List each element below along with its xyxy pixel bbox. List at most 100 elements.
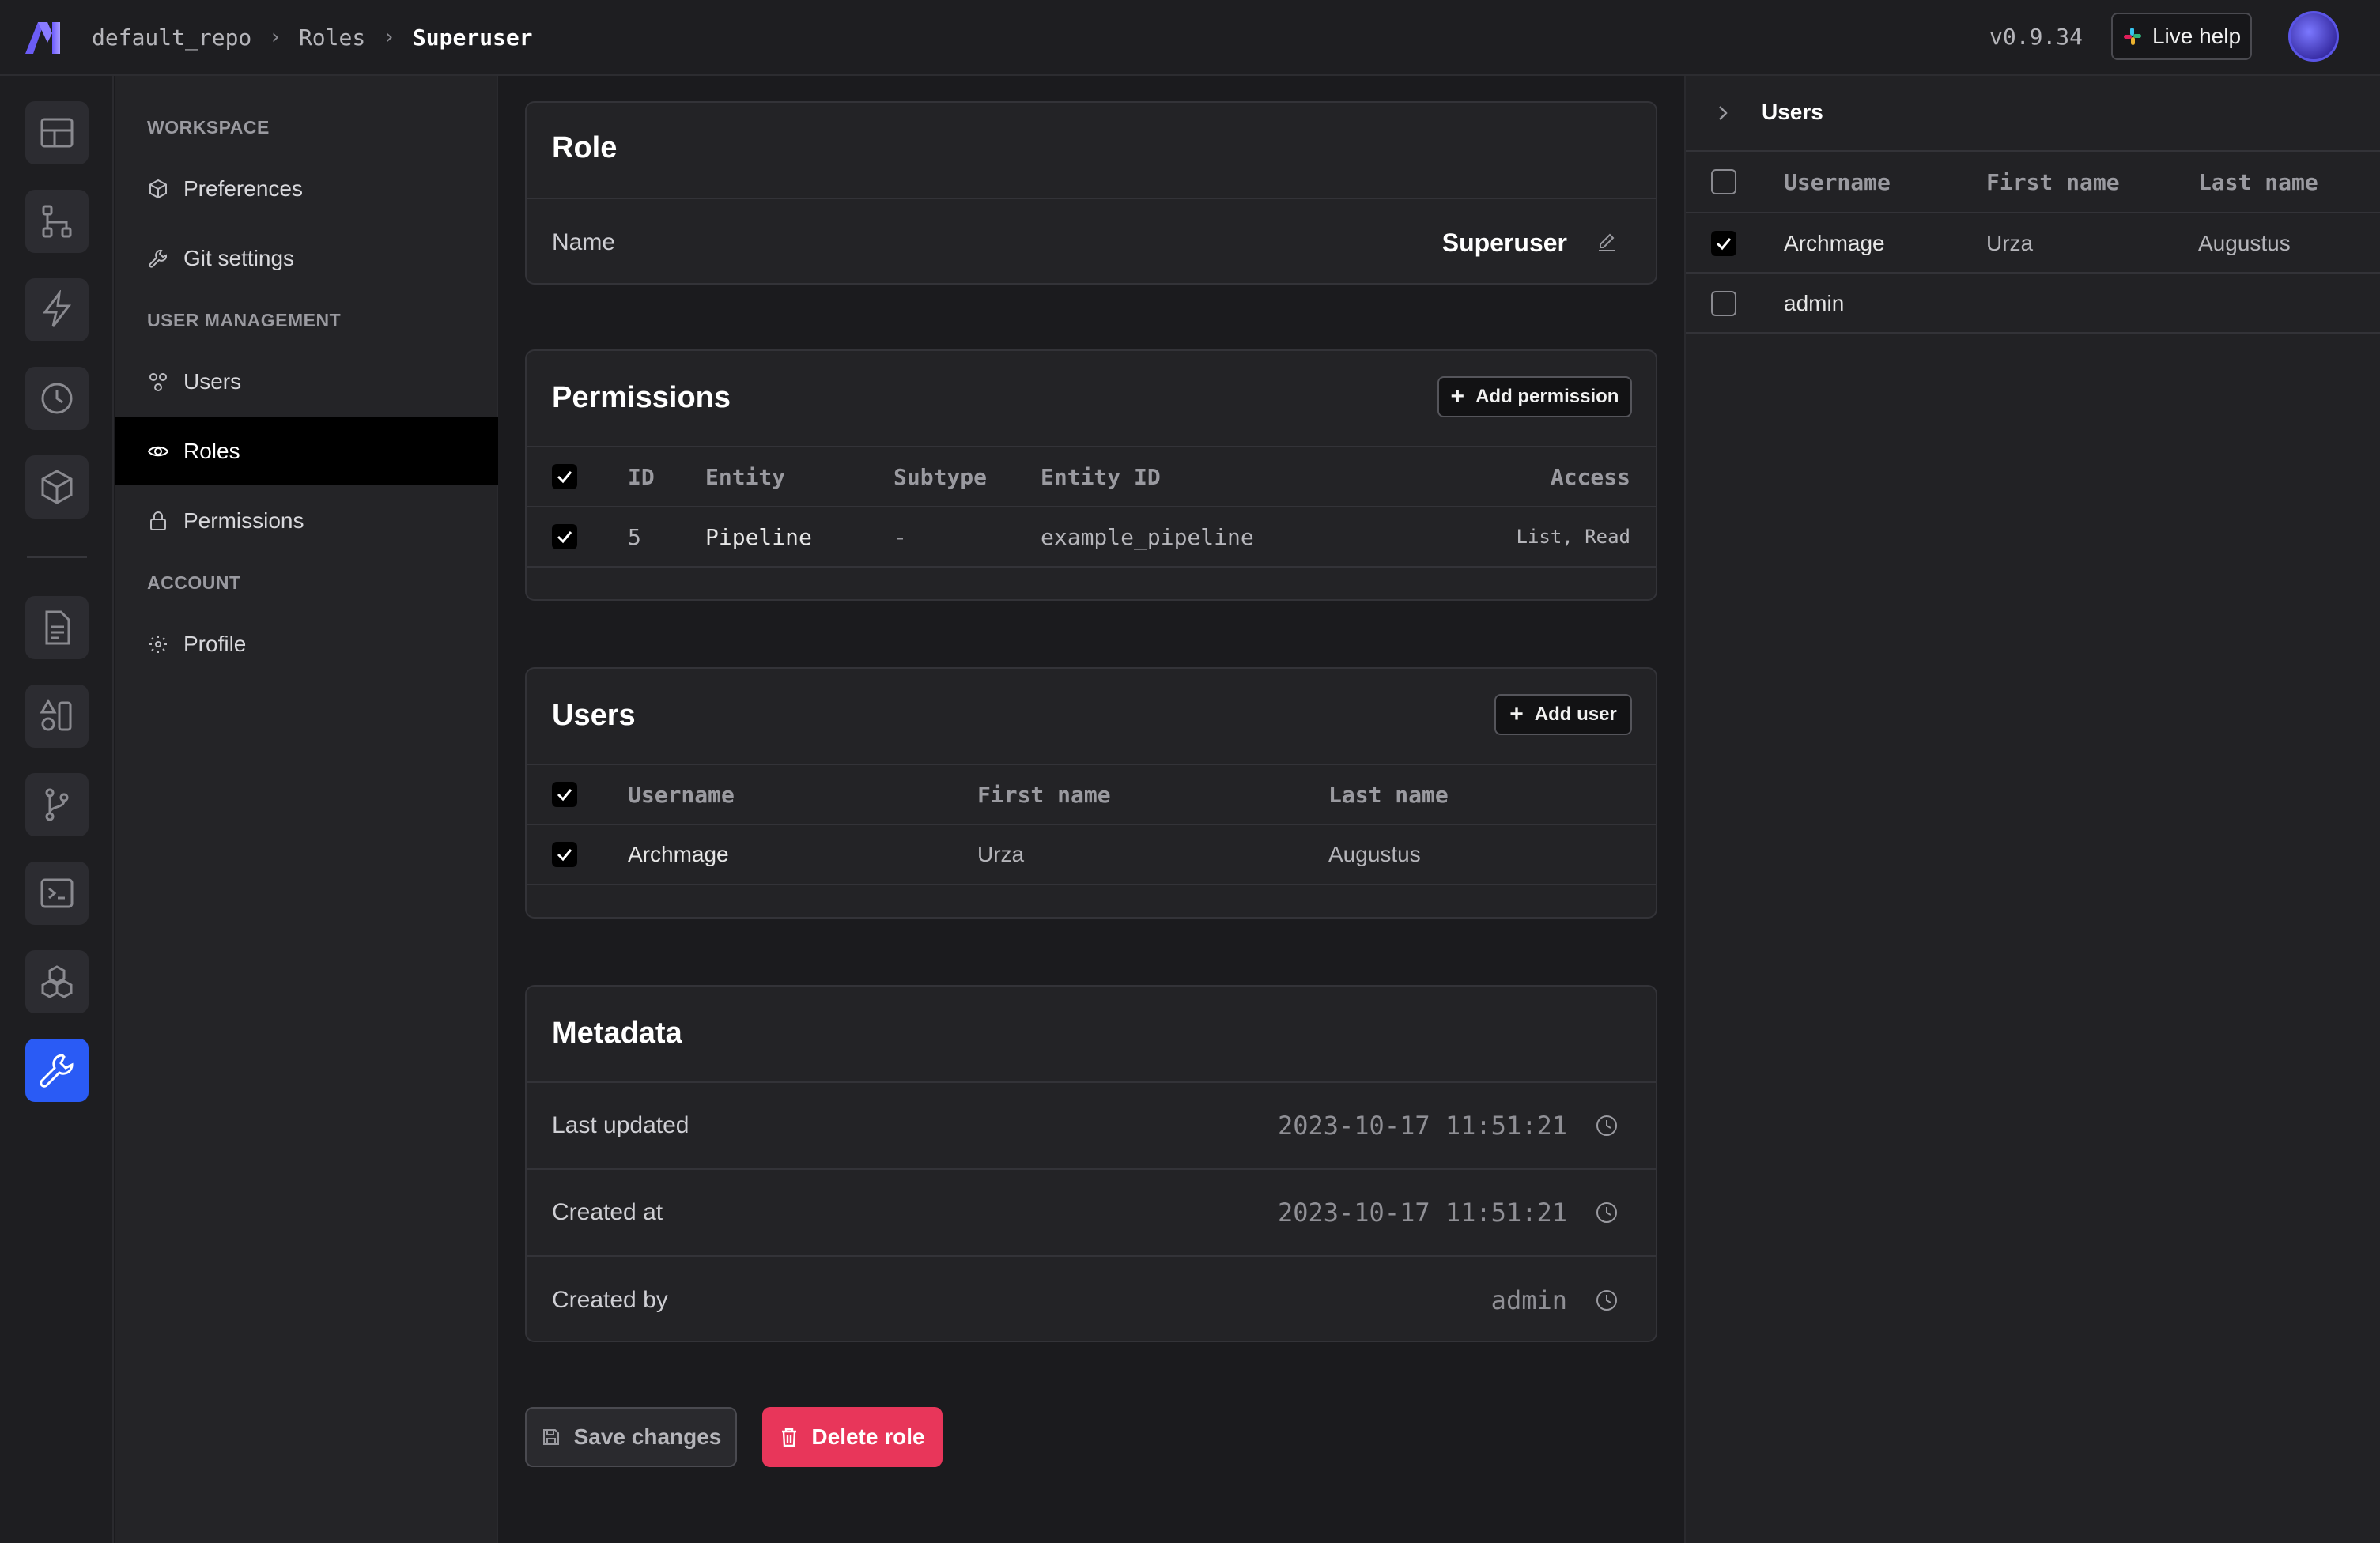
column-header-entity-id[interactable]: Entity ID <box>1041 464 1161 490</box>
clock-icon <box>1596 1115 1617 1136</box>
version-label: v0.9.34 <box>1989 24 2083 50</box>
icon-rail <box>0 76 114 1543</box>
column-header-entity[interactable]: Entity <box>705 464 785 490</box>
column-header-username[interactable]: Username <box>628 782 735 808</box>
nav-item-preferences[interactable]: Preferences <box>115 155 498 223</box>
top-header: default_repo › Roles › Superuser v0.9.34… <box>0 0 2380 76</box>
nav-item-label: Git settings <box>183 246 295 270</box>
rail-divider <box>27 556 87 558</box>
mage-logo-icon[interactable] <box>24 19 68 55</box>
plus-icon: + <box>1509 701 1524 727</box>
eye-icon <box>147 446 169 457</box>
table-row[interactable]: admin <box>1686 274 2380 334</box>
pencil-icon[interactable] <box>1594 230 1619 255</box>
row-checkbox[interactable] <box>552 842 577 867</box>
metadata-value: 2023-10-17 11:51:21 <box>1277 1198 1567 1228</box>
metadata-row-last-updated: Last updated 2023-10-17 11:51:21 <box>527 1081 1656 1168</box>
wrench-small-icon <box>149 249 168 268</box>
select-all-checkbox[interactable] <box>1711 169 1736 194</box>
add-permission-button[interactable]: + Add permission <box>1437 376 1632 417</box>
file-icon[interactable] <box>25 596 89 659</box>
dependencies-icon[interactable] <box>25 950 89 1013</box>
breadcrumb: default_repo › Roles › Superuser <box>92 0 533 74</box>
users-header-row: Username First name Last name <box>527 764 1656 824</box>
nav-item-label: Profile <box>183 632 247 656</box>
chevron-right-icon: › <box>383 25 395 49</box>
breadcrumb-roles[interactable]: Roles <box>299 25 365 51</box>
nav-section-workspace: WORKSPACE <box>147 117 270 138</box>
table-row[interactable]: Archmage Urza Augustus <box>1686 213 2380 274</box>
table-footer <box>527 566 1656 599</box>
nav-item-git-settings[interactable]: Git settings <box>115 224 498 292</box>
metadata-row-created-at: Created at 2023-10-17 11:51:21 <box>527 1168 1656 1255</box>
live-help-label: Live help <box>2151 24 2242 48</box>
row-checkbox[interactable] <box>1711 231 1736 256</box>
chevron-right-icon: › <box>269 25 281 49</box>
wrench-icon[interactable] <box>25 1039 89 1102</box>
lock-icon <box>150 511 166 530</box>
user-username: admin <box>1784 291 1845 315</box>
users-card-title: Users <box>552 699 636 732</box>
column-header-subtype[interactable]: Subtype <box>893 464 987 490</box>
metadata-value: admin <box>1490 1285 1567 1315</box>
history-icon[interactable] <box>25 367 89 430</box>
breadcrumb-repo[interactable]: default_repo <box>92 25 251 51</box>
column-header-first-name[interactable]: First name <box>1986 169 2120 195</box>
user-last-name: Augustus <box>1328 842 1421 866</box>
column-header-access[interactable]: Access <box>1551 464 1630 490</box>
column-header-last-name[interactable]: Last name <box>1328 782 1449 808</box>
user-avatar[interactable] <box>2288 11 2339 62</box>
nav-section-account: ACCOUNT <box>147 572 241 593</box>
role-name-label: Name <box>552 229 616 255</box>
chevron-right-icon[interactable] <box>1713 103 1733 123</box>
users-icon <box>149 373 167 391</box>
nav-item-label: Permissions <box>183 508 304 533</box>
slack-icon <box>2123 28 2141 45</box>
blocks-icon[interactable] <box>25 685 89 748</box>
triggers-icon[interactable] <box>25 278 89 341</box>
pipelines-icon[interactable] <box>25 190 89 253</box>
layout-icon[interactable] <box>25 101 89 164</box>
nav-item-permissions[interactable]: Permissions <box>115 487 498 555</box>
select-all-checkbox[interactable] <box>552 782 577 807</box>
cube-icon[interactable] <box>25 455 89 519</box>
column-header-first-name[interactable]: First name <box>977 782 1111 808</box>
add-permission-label: Add permission <box>1475 386 1619 407</box>
metadata-label: Last updated <box>552 1112 689 1138</box>
side-panel-header-row: Username First name Last name <box>1686 152 2380 213</box>
live-help-button[interactable]: Live help <box>2111 13 2252 60</box>
git-branch-icon[interactable] <box>25 773 89 836</box>
side-panel-header: Users <box>1686 76 2380 152</box>
trash-icon <box>782 1428 797 1447</box>
cube-outline-icon <box>149 179 167 199</box>
plus-icon: + <box>1450 383 1465 409</box>
metadata-label: Created at <box>552 1199 663 1225</box>
column-header-last-name[interactable]: Last name <box>2198 169 2318 195</box>
permissions-card-title: Permissions <box>552 381 731 414</box>
table-row[interactable]: 5 Pipeline - example_pipeline List, Read <box>527 506 1656 566</box>
nav-section-user-management: USER MANAGEMENT <box>147 310 342 330</box>
terminal-icon[interactable] <box>25 862 89 925</box>
delete-role-button[interactable]: Delete role <box>762 1407 943 1467</box>
clock-icon <box>1596 1202 1617 1223</box>
side-panel-title: Users <box>1762 100 1823 124</box>
nav-item-profile[interactable]: Profile <box>115 610 498 678</box>
save-changes-label: Save changes <box>573 1424 722 1449</box>
save-changes-button[interactable]: Save changes <box>525 1407 737 1467</box>
role-name-row: Name Superuser <box>527 198 1656 283</box>
row-checkbox[interactable] <box>1711 291 1736 316</box>
nav-item-roles[interactable]: Roles <box>115 417 498 485</box>
nav-item-users[interactable]: Users <box>115 348 498 416</box>
add-user-button[interactable]: + Add user <box>1494 694 1632 735</box>
role-card-title: Role <box>552 131 618 164</box>
user-username: Archmage <box>1784 231 1885 255</box>
table-row[interactable]: Archmage Urza Augustus <box>527 824 1656 884</box>
column-header-id[interactable]: ID <box>628 464 655 490</box>
role-name-value: Superuser <box>1441 228 1567 257</box>
row-checkbox[interactable] <box>552 524 577 549</box>
metadata-value: 2023-10-17 11:51:21 <box>1277 1111 1567 1141</box>
select-all-checkbox[interactable] <box>552 464 577 489</box>
column-header-username[interactable]: Username <box>1784 169 1891 195</box>
breadcrumb-current: Superuser <box>412 24 533 51</box>
role-card: Role Name Superuser <box>525 101 1657 285</box>
